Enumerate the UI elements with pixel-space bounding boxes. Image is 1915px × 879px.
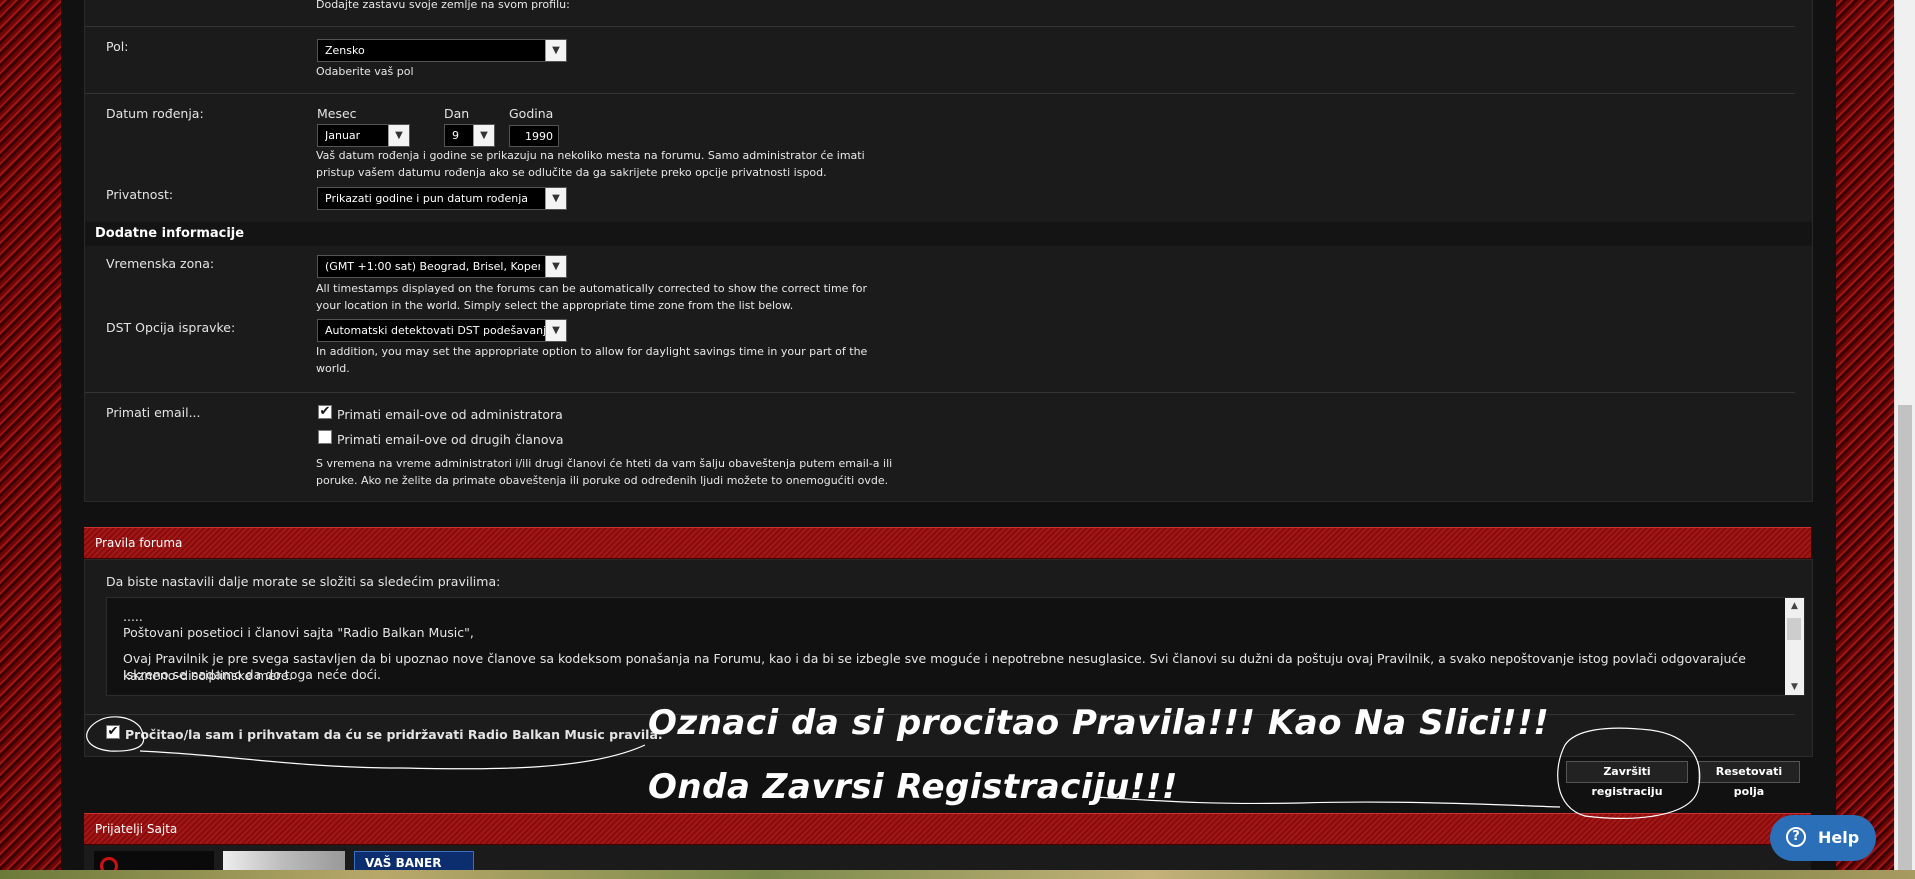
friends-header-title: Prijatelji Sajta: [95, 822, 178, 836]
month-label: Mesec: [317, 106, 357, 121]
divider: [85, 26, 1795, 27]
profile-form-panel: Dodajte zastavu svoje zemlje na svom pro…: [84, 0, 1813, 502]
timezone-hint-2: your location in the world. Simply selec…: [316, 299, 794, 312]
main-content: Dodajte zastavu svoje zemlje na svom pro…: [61, 0, 1836, 879]
scroll-up-icon[interactable]: ▲: [1785, 598, 1804, 614]
page-scrollbar-thumb[interactable]: [1898, 405, 1912, 870]
rules-header-title: Pravila foruma: [95, 536, 183, 550]
month-select[interactable]: Januar ▼: [317, 124, 410, 147]
day-select-value: 9: [452, 129, 459, 142]
dst-label: DST Opcija ispravke:: [106, 320, 236, 335]
rules-intro: Da biste nastavili dalje morate se složi…: [106, 574, 501, 589]
agree-rules-checkbox[interactable]: ✔: [106, 725, 120, 739]
chevron-down-icon: ▼: [545, 188, 566, 209]
email-members-label: Primati email-ove od drugih članova: [337, 432, 564, 447]
help-button-label: Help: [1818, 828, 1860, 847]
page-scrollbar[interactable]: [1894, 0, 1915, 879]
submit-registration-button[interactable]: Završiti registraciju: [1566, 761, 1688, 798]
privacy-label: Privatnost:: [106, 187, 174, 202]
timezone-hint-1: All timestamps displayed on the forums c…: [316, 282, 868, 295]
dst-hint-2: world.: [316, 362, 350, 375]
chevron-down-icon: ▼: [545, 40, 566, 61]
additional-info-title: Dodatne informacije: [95, 226, 245, 241]
rules-textbox[interactable]: ..... Poštovani posetioci i članovi sajt…: [106, 597, 1805, 696]
scroll-down-icon[interactable]: ▼: [1785, 679, 1804, 695]
desktop-background-strip: [0, 870, 1915, 879]
birthdate-hint-1: Vaš datum rođenja i godine se prikazuju …: [316, 149, 865, 162]
dst-hint-1: In addition, you may set the appropriate…: [316, 345, 868, 358]
email-admin-label: Primati email-ove od administratora: [337, 407, 563, 422]
right-background-stripe: [1836, 0, 1894, 879]
email-hint-1: S vremena na vreme administratori i/ili …: [316, 457, 893, 470]
dst-select-value: Automatski detektovati DST podešavanja: [325, 324, 553, 337]
email-members-checkbox[interactable]: [318, 430, 332, 444]
chevron-down-icon: ▼: [545, 256, 566, 277]
birthdate-label: Datum rođenja:: [106, 106, 204, 121]
divider: [85, 392, 1795, 393]
rules-scrollbar-thumb[interactable]: [1787, 618, 1801, 640]
annotation-check-rules: Oznaci da si procitao Pravila!!! Kao Na …: [648, 703, 1550, 743]
chevron-down-icon: ▼: [545, 320, 566, 341]
day-select[interactable]: 9 ▼: [444, 124, 495, 147]
month-select-value: Januar: [325, 129, 361, 142]
dst-select[interactable]: Automatski detektovati DST podešavanja ▼: [317, 319, 567, 342]
day-label: Dan: [444, 106, 470, 121]
gender-label: Pol:: [106, 39, 129, 54]
help-button[interactable]: ? Help: [1770, 815, 1876, 861]
rules-line-1: .....: [123, 609, 143, 624]
timezone-select[interactable]: (GMT +1:00 sat) Beograd, Brisel, Kopenha…: [317, 255, 567, 278]
email-label: Primati email...: [106, 405, 201, 420]
email-hint-2: poruke. Ako ne želite da primate obavešt…: [316, 474, 889, 487]
chevron-down-icon: ▼: [473, 125, 494, 146]
rules-line-2: Poštovani posetioci i članovi sajta "Rad…: [123, 625, 474, 640]
reset-fields-button[interactable]: Resetovati polja: [1698, 761, 1800, 798]
gender-select[interactable]: Zensko ▼: [317, 39, 567, 62]
flag-hint: Dodajte zastavu svoje zemlje na svom pro…: [316, 0, 570, 11]
agree-rules-label: Pročitao/la sam i prihvatam da ću se pri…: [125, 727, 663, 742]
email-admin-checkbox[interactable]: ✔: [318, 405, 332, 419]
year-label: Godina: [509, 106, 554, 121]
privacy-select-value: Prikazati godine i pun datum rođenja: [325, 192, 529, 205]
question-icon: ?: [1786, 827, 1806, 847]
timezone-select-value: (GMT +1:00 sat) Beograd, Brisel, Kopenha…: [325, 260, 540, 273]
privacy-select[interactable]: Prikazati godine i pun datum rođenja ▼: [317, 187, 567, 210]
birthdate-hint-2: pristup vašem datumu rođenja ako se odlu…: [316, 166, 827, 179]
rules-header-bar: Pravila foruma: [84, 527, 1811, 559]
year-input-value: 1990: [525, 130, 553, 143]
rules-line-4: Iskreno se nadamo da do toga neće doći.: [123, 667, 381, 682]
gender-hint: Odaberite vaš pol: [316, 65, 414, 78]
annotation-finish-registration: Onda Zavrsi Registraciju!!!: [648, 767, 1178, 807]
gender-select-value: Zensko: [325, 44, 365, 57]
banner-text: VAŠ BANER: [365, 856, 442, 870]
left-background-stripe: [0, 0, 61, 879]
year-input[interactable]: 1990: [509, 125, 559, 147]
additional-info-header: Dodatne informacije: [85, 222, 1812, 246]
chevron-down-icon: ▼: [388, 125, 409, 146]
friends-header-bar: Prijatelji Sajta: [84, 813, 1811, 845]
rules-scrollbar[interactable]: ▲ ▼: [1785, 598, 1804, 695]
divider: [85, 93, 1795, 94]
timezone-label: Vremenska zona:: [106, 256, 215, 271]
